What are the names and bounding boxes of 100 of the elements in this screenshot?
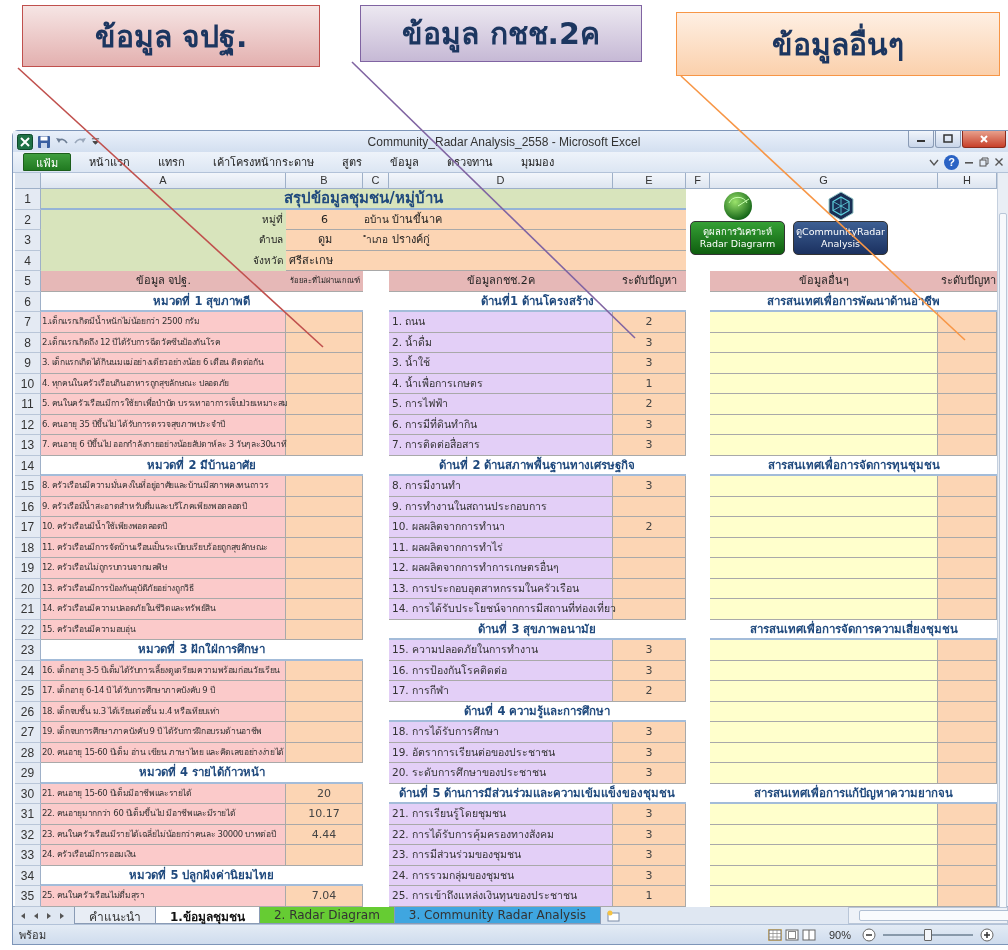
row-number[interactable]: 22 xyxy=(15,619,41,640)
vertical-scrollbar[interactable] xyxy=(997,173,1008,906)
row-number[interactable]: 20 xyxy=(15,578,41,599)
table-cell: 25. การเข้าถึงแหล่งเงินทุนของประชาชน xyxy=(389,886,613,907)
table-cell: 21. คนอายุ 15-60 ปีเต็มมีอาชีพและรายได้ xyxy=(41,783,286,804)
section-heading: หมวดที่ 4 รายได้ก้าวหน้า xyxy=(41,763,363,784)
close-button[interactable] xyxy=(962,131,1006,148)
row-number[interactable]: 26 xyxy=(15,701,41,722)
row-number[interactable]: 28 xyxy=(15,742,41,763)
collapse-ribbon-icon[interactable] xyxy=(929,157,939,167)
column-letter[interactable]: B xyxy=(286,173,363,189)
row-number[interactable]: 15 xyxy=(15,476,41,497)
row-number[interactable]: 30 xyxy=(15,783,41,804)
minimize-button[interactable] xyxy=(908,131,934,148)
close-icon xyxy=(979,134,989,144)
row-number[interactable]: 19 xyxy=(15,558,41,579)
table-cell: 11. ครัวเรือนมีการจัดบ้านเรือนเป็นระเบียบเรียบร้อยถูกสุขลักษณะ xyxy=(41,537,363,558)
row-number[interactable]: 25 xyxy=(15,681,41,702)
row-number[interactable]: 18 xyxy=(15,537,41,558)
restore-icon[interactable] xyxy=(979,157,989,167)
sheet-tab[interactable]: 2. Radar Diagram xyxy=(258,907,395,924)
row-number[interactable]: 13 xyxy=(15,435,41,456)
row-number[interactable]: 27 xyxy=(15,722,41,743)
row-number[interactable]: 2 xyxy=(15,209,41,230)
zoom-slider-thumb[interactable] xyxy=(924,928,932,941)
table-cell: 10. ครัวเรือนมีน้ำใช้เพียงพอตลอดปี xyxy=(41,517,363,538)
zoom-in-icon[interactable] xyxy=(980,927,994,942)
section-heading: หมวดที่ 3 ฝักใฝ่การศึกษา xyxy=(41,640,363,661)
row-number[interactable]: 34 xyxy=(15,865,41,886)
row-number[interactable]: 29 xyxy=(15,763,41,784)
normal-view-icon[interactable] xyxy=(767,928,782,941)
row-number[interactable]: 23 xyxy=(15,640,41,661)
page-layout-icon[interactable] xyxy=(784,928,799,941)
callout-label: ข้อมูล จปฐ. xyxy=(22,5,320,67)
column-header: ข้อมูลอื่นๆ xyxy=(710,271,938,292)
table-cell: 16. การป้องกันโรคติดต่อ xyxy=(389,660,613,681)
macro-button[interactable]: ดูผลการวิเคราะห์ Radar Diagrarm xyxy=(690,221,785,255)
section-heading: หมวดที่ 1 สุขภาพดี xyxy=(41,291,363,312)
column-letter[interactable]: E xyxy=(613,173,686,189)
page-break-icon[interactable] xyxy=(801,928,816,941)
row-number[interactable]: 9 xyxy=(15,353,41,374)
row-number[interactable]: 3 xyxy=(15,230,41,251)
maximize-button[interactable] xyxy=(935,131,961,148)
table-cell: 15. ครัวเรือนมีความอบอุ่น xyxy=(41,619,363,640)
column-letter[interactable]: F xyxy=(686,173,710,189)
sheet-tab[interactable]: 3. Community Radar Analysis xyxy=(393,907,601,924)
dropdown-icon[interactable] xyxy=(91,137,100,146)
row-number[interactable]: 14 xyxy=(15,455,41,476)
table-cell: 13. ครัวเรือนมีการป้องกันอุบัติภัยอย่างถูกวิธี xyxy=(41,578,363,599)
horizontal-scrollbar[interactable] xyxy=(848,907,1008,924)
column-letter[interactable]: H xyxy=(938,173,997,189)
row-number[interactable]: 24 xyxy=(15,660,41,681)
table-cell: 22. คนอายุมากกว่า 60 ปีเต็มขึ้นไป มีอาชีพและมีรายได้ xyxy=(41,804,286,825)
column-letter[interactable]: C xyxy=(363,173,389,189)
table-cell: 12. ผลผลิตจากการทำการเกษตรอื่นๆ xyxy=(389,558,686,579)
ribbon-tab[interactable]: เค้าโครงหน้ากระดาษ xyxy=(203,153,324,171)
help-button[interactable]: ? xyxy=(944,154,959,170)
save-icon[interactable] xyxy=(37,134,51,149)
row-number[interactable]: 11 xyxy=(15,394,41,415)
table-cell: 3. เด็กแรกเกิดได้กินนมแม่อย่างเดียวอย่างน้อย 6 เดือน ติดต่อกัน xyxy=(41,353,363,374)
row-number[interactable]: 17 xyxy=(15,517,41,538)
row-number[interactable]: 32 xyxy=(15,824,41,845)
ribbon-tab[interactable]: สูตร xyxy=(332,153,372,171)
row-number[interactable]: 12 xyxy=(15,414,41,435)
row-number[interactable]: 4 xyxy=(15,250,41,271)
ribbon-tab[interactable]: ข้อมูล xyxy=(380,153,429,171)
column-letter[interactable]: G xyxy=(710,173,938,189)
table-cell: 14. การได้รับประโยชน์จากการมีสถานที่ท่องเที่ยว xyxy=(389,599,686,620)
column-header: ข้อมูลกชช.2ค xyxy=(389,271,613,292)
row-number[interactable]: 35 xyxy=(15,886,41,907)
row-number[interactable]: 21 xyxy=(15,599,41,620)
ribbon-tab[interactable]: แทรก xyxy=(148,153,195,171)
row-number[interactable]: 7 xyxy=(15,312,41,333)
row-number[interactable]: 31 xyxy=(15,804,41,825)
column-letter[interactable]: D xyxy=(389,173,613,189)
ribbon-tab[interactable]: มุมมอง xyxy=(511,153,564,171)
field-label: อบ้าน xyxy=(363,209,389,230)
table-cell: 20. ระดับการศึกษาของประชาชน xyxy=(389,763,613,784)
table-cell: 15. ความปลอดภัยในการทำงาน xyxy=(389,640,613,661)
table-cell: 24. การรวมกลุ่มของชุมชน xyxy=(389,865,613,886)
zoom-level[interactable]: 90% xyxy=(828,928,851,941)
zoom-out-icon[interactable] xyxy=(862,927,876,942)
section-heading: ด้านที่ 4 ความรู้และการศึกษา xyxy=(389,701,686,722)
sheet-tab[interactable]: 1.ข้อมูลชุมชน xyxy=(155,907,260,924)
table-cell: 2 xyxy=(613,517,686,538)
table-cell: 11. ผลผลิตจากการทำไร่ xyxy=(389,537,686,558)
row-number[interactable]: 8 xyxy=(15,332,41,353)
row-number[interactable]: 10 xyxy=(15,373,41,394)
row-number[interactable]: 6 xyxy=(15,291,41,312)
table-cell: 22. การได้รับการคุ้มครองทางสังคม xyxy=(389,824,613,845)
sheet-tab[interactable]: คำแนะนำ xyxy=(74,907,156,924)
row-number[interactable]: 33 xyxy=(15,845,41,866)
row-number[interactable]: 5 xyxy=(15,271,41,292)
row-number[interactable]: 16 xyxy=(15,496,41,517)
column-letter[interactable]: A xyxy=(41,173,286,189)
table-cell: 3 xyxy=(613,763,686,784)
row-number[interactable]: 1 xyxy=(15,189,41,210)
file-tab[interactable]: แฟ้ม xyxy=(23,153,71,171)
close-icon[interactable] xyxy=(994,157,1004,167)
table-cell: 3 xyxy=(613,845,686,866)
